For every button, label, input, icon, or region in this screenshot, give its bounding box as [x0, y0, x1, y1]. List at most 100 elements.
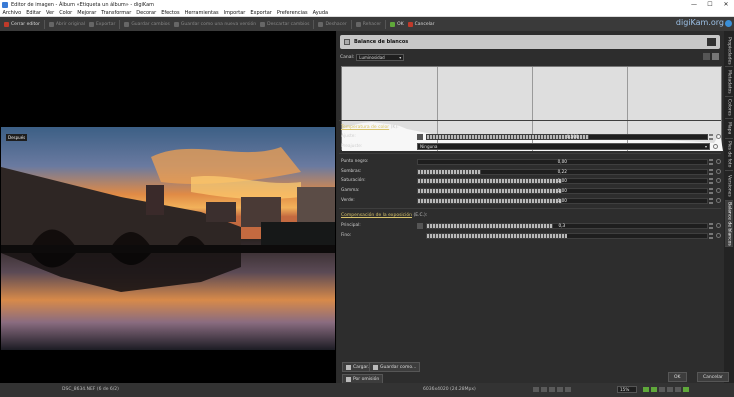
black-point-slider[interactable]: 0,00 [416, 158, 709, 165]
reset-icon[interactable] [716, 188, 721, 193]
export-button[interactable]: Exportar [88, 21, 115, 27]
overexposure-icon[interactable] [541, 387, 547, 392]
menu-mejorar[interactable]: Mejorar [75, 10, 99, 16]
tab-map[interactable]: Mapa [725, 119, 733, 139]
menu-importar[interactable]: Importar [221, 10, 248, 16]
shadows-slider[interactable]: 0,22 [416, 168, 709, 175]
reset-icon[interactable] [713, 144, 718, 149]
linear-scale-button[interactable] [703, 53, 710, 60]
menu-efectos[interactable]: Efectos [159, 10, 182, 16]
minimize-button[interactable]: — [686, 0, 702, 9]
exposure-compensation-link[interactable]: Compensación de la exposición [341, 213, 412, 218]
open-original-button[interactable]: Abrir original [48, 21, 85, 27]
toolbar-cancel-button[interactable]: Cancelar [407, 21, 435, 27]
gamma-spin[interactable] [709, 187, 714, 194]
zoom-select[interactable]: 15% [617, 386, 637, 393]
auto-exposure-button[interactable] [416, 222, 423, 229]
digikam-logo-icon[interactable] [725, 20, 732, 27]
tab-metadata[interactable]: Metadatos [725, 67, 733, 97]
divider [339, 153, 721, 154]
zoom-in-icon[interactable] [565, 387, 571, 392]
reset-icon[interactable] [716, 198, 721, 203]
reset-icon[interactable] [716, 134, 721, 139]
view-compare-icon[interactable] [667, 387, 673, 392]
save-changes-button[interactable]: Guardar cambios [124, 21, 170, 27]
toolbar-separator [350, 19, 352, 29]
saturation-slider[interactable]: 1,00 [416, 177, 709, 184]
menu-color[interactable]: Color [57, 10, 75, 16]
toolbar-ok-button[interactable]: OK [390, 21, 404, 27]
menu-herramientas[interactable]: Herramientas [182, 10, 221, 16]
underexposure-icon[interactable] [533, 387, 539, 392]
menu-exportar[interactable]: Exportar [248, 10, 275, 16]
black-point-spin[interactable] [709, 158, 714, 165]
tab-white-balance[interactable]: Balance de blancos [725, 201, 733, 247]
view-target-icon[interactable] [683, 387, 689, 392]
close-window-button[interactable]: ✕ [718, 0, 734, 9]
menu-ayuda[interactable]: Ayuda [310, 10, 330, 16]
menu-archivo[interactable]: Archivo [0, 10, 24, 16]
tool-panel: Balance de blancos Canal: Luminosidad ▾ … [337, 31, 724, 384]
save-as-button[interactable]: Guardar como... [369, 362, 421, 372]
maximize-button[interactable]: ☐ [702, 0, 718, 9]
color-temperature-link[interactable]: Temperatura de color [341, 125, 389, 130]
view-split-horizontal-icon[interactable] [659, 387, 665, 392]
fine-exposure-slider[interactable] [425, 232, 709, 239]
fine-exposure-spin[interactable] [709, 232, 714, 239]
view-split-vertical-icon[interactable] [651, 387, 657, 392]
right-sidebar-tabs: Propiedades Metadatos Colores Mapa Pies … [724, 31, 734, 383]
discard-changes-button[interactable]: Descartar cambios [260, 21, 309, 27]
menu-decorar[interactable]: Decorar [134, 10, 159, 16]
color-managed-icon[interactable] [549, 387, 555, 392]
tab-properties[interactable]: Propiedades [725, 35, 733, 67]
adjust-slider[interactable]: 6.500 [425, 133, 709, 140]
status-toggles [533, 387, 573, 392]
menu-transformar[interactable]: Transformar [99, 10, 134, 16]
cancel-button[interactable]: Cancelar [697, 372, 729, 382]
zoom-out-icon[interactable] [557, 387, 563, 392]
main-exposure-spin[interactable] [709, 222, 714, 229]
save-icon [373, 364, 378, 370]
ok-button[interactable]: OK [668, 372, 687, 382]
channel-select[interactable]: Luminosidad ▾ [356, 54, 405, 61]
menu-editar[interactable]: Editar [24, 10, 44, 16]
reset-icon[interactable] [716, 169, 721, 174]
adjust-label: Ajuste: [341, 134, 356, 139]
main-exposure-slider[interactable]: 0,3 [425, 222, 709, 229]
preset-select[interactable]: Ninguna ▾ [417, 143, 710, 150]
gamma-slider[interactable]: 1,00 [416, 187, 709, 194]
tab-versions[interactable]: Versiones [725, 171, 733, 201]
log-scale-button[interactable] [712, 53, 719, 60]
save-as-new-version-button[interactable]: Guardar como una nueva versión [173, 21, 256, 27]
main-exposure-value: 0,3 [558, 223, 566, 228]
export-icon [88, 21, 94, 27]
green-slider[interactable]: 1,00 [416, 197, 709, 204]
after-label: Después [6, 134, 28, 141]
green-spin[interactable] [709, 197, 714, 204]
tab-captions[interactable]: Pies de foto [725, 139, 733, 171]
view-after-icon[interactable] [675, 387, 681, 392]
slider-row: Punto negro: 0,00 [341, 158, 721, 165]
divider [339, 208, 721, 209]
tab-colors[interactable]: Colores [725, 97, 733, 119]
divider [339, 120, 721, 121]
adjust-spin[interactable] [709, 133, 714, 140]
check-icon [390, 21, 396, 27]
view-original-icon[interactable] [643, 387, 649, 392]
color-picker-button[interactable] [416, 133, 423, 140]
saturation-spin[interactable] [709, 177, 714, 184]
reset-icon[interactable] [716, 159, 721, 164]
photo-preview[interactable] [1, 127, 335, 350]
menu-ver[interactable]: Ver [44, 10, 57, 16]
menu-preferencias[interactable]: Preferencias [274, 10, 310, 16]
redo-icon [355, 21, 361, 27]
reset-icon[interactable] [716, 178, 721, 183]
image-canvas[interactable]: Después [0, 31, 336, 383]
reset-icon[interactable] [716, 233, 721, 238]
slider-fill [426, 134, 590, 139]
undo-button[interactable]: Deshacer [318, 21, 347, 27]
reset-icon[interactable] [716, 223, 721, 228]
redo-button[interactable]: Rehacer [355, 21, 381, 27]
shadows-spin[interactable] [709, 168, 714, 175]
close-editor-button[interactable]: Cerrar editor [4, 21, 40, 27]
